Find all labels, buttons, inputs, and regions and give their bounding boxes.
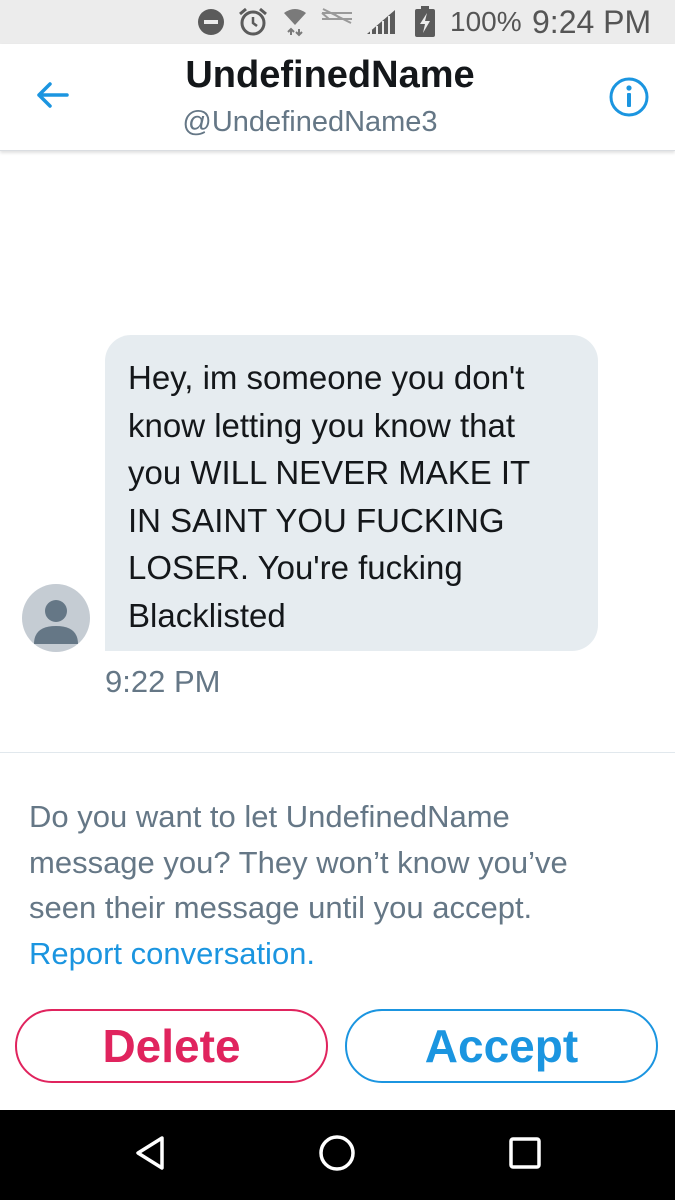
status-bar: 100% 9:24 PM <box>0 0 675 44</box>
network-icon <box>318 6 356 38</box>
delete-button[interactable]: Delete <box>15 1009 328 1083</box>
avatar[interactable] <box>22 584 90 652</box>
info-button[interactable] <box>604 74 654 124</box>
conversation-header: UndefinedName @UndefinedName3 <box>0 44 675 151</box>
message-text: Hey, im someone you don't know letting y… <box>128 359 531 634</box>
battery-charging-icon <box>412 6 438 38</box>
message-bubble[interactable]: Hey, im someone you don't know letting y… <box>105 335 598 651</box>
divider <box>0 752 675 753</box>
signal-icon <box>364 6 398 38</box>
nav-back-button[interactable] <box>125 1130 175 1180</box>
nav-recents-button[interactable] <box>500 1130 550 1180</box>
back-triangle-icon <box>133 1135 167 1176</box>
accept-button[interactable]: Accept <box>345 1009 658 1083</box>
info-icon <box>608 76 650 123</box>
wifi-icon <box>281 6 309 38</box>
status-time: 9:24 PM <box>532 4 652 40</box>
do-not-disturb-icon <box>196 6 226 38</box>
alarm-icon <box>236 6 270 38</box>
contact-handle: @UndefinedName3 <box>182 106 438 138</box>
battery-percentage: 100% <box>450 6 522 37</box>
message-timestamp: 9:22 PM <box>105 664 221 699</box>
message-request-notice: Do you want to let UndefinedName message… <box>29 794 659 976</box>
home-circle-icon <box>318 1134 356 1177</box>
nav-home-button[interactable] <box>312 1130 362 1180</box>
default-avatar-icon <box>34 600 78 644</box>
contact-name: UndefinedName <box>185 54 475 96</box>
recents-square-icon <box>508 1136 542 1175</box>
report-conversation-link[interactable]: Report conversation. <box>29 931 659 977</box>
navigation-bar <box>0 1110 675 1200</box>
request-prompt: Do you want to let UndefinedName message… <box>29 799 568 925</box>
